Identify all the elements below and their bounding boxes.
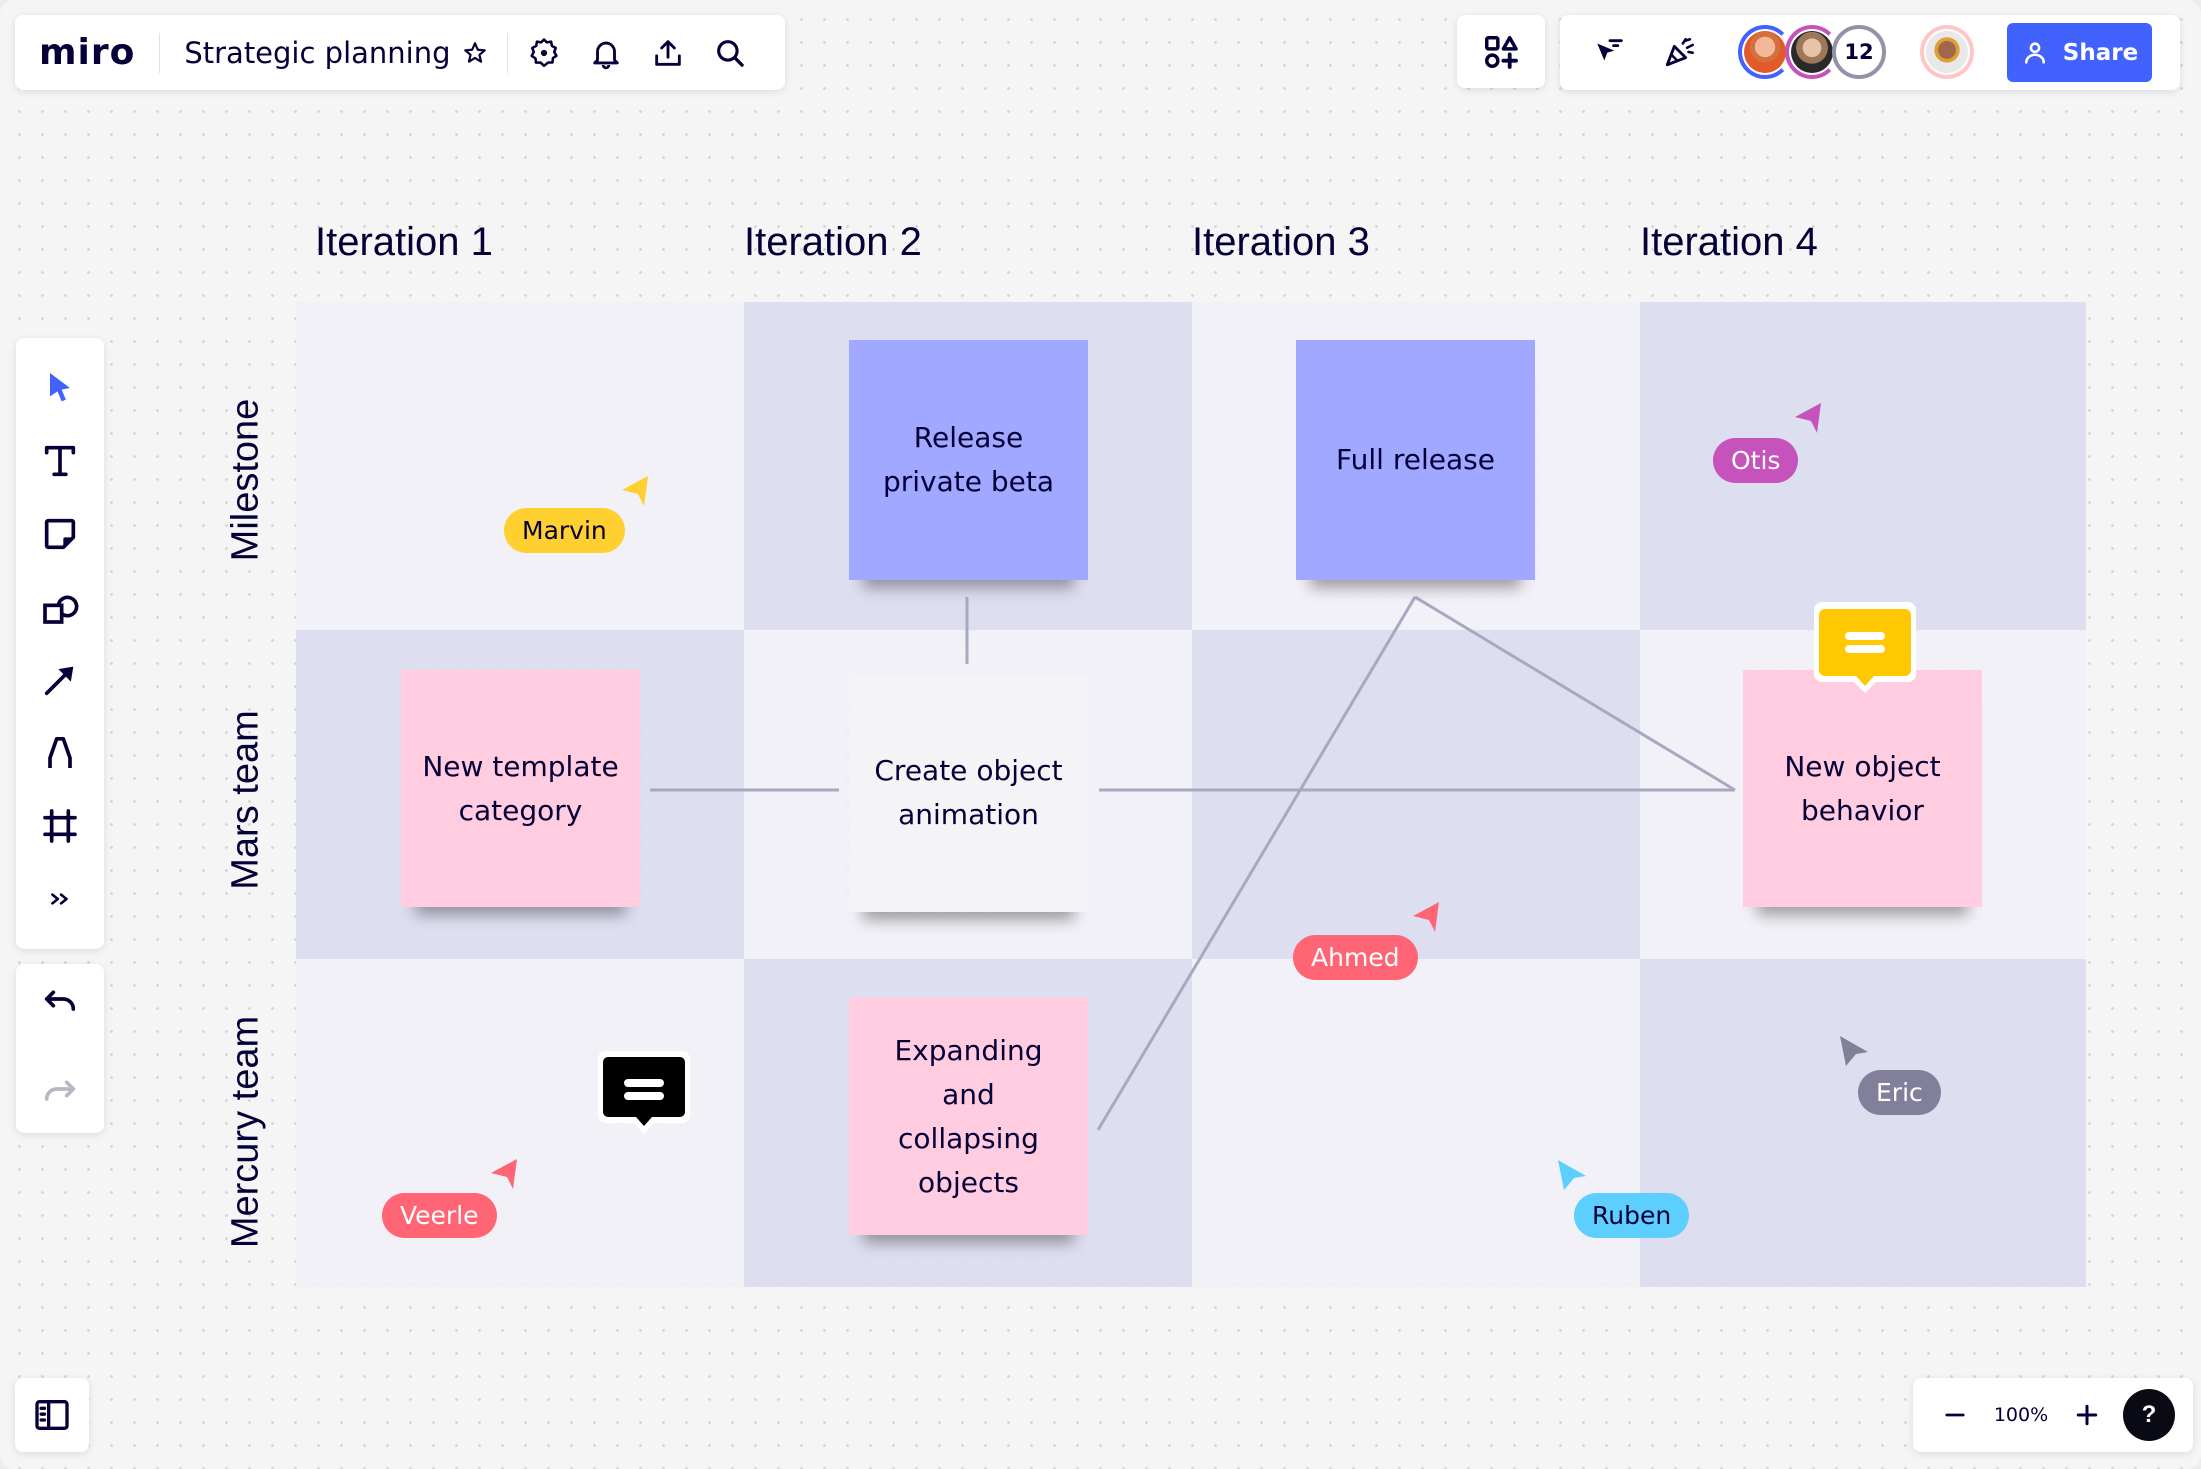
sticky-text: Release private beta: [882, 421, 1055, 498]
comment-yellow-icon[interactable]: [1812, 600, 1918, 694]
zoom-level[interactable]: 100%: [1977, 1404, 2065, 1426]
sticky-note[interactable]: New template category: [401, 670, 640, 907]
cell-mercury-iteration-4: [1640, 959, 2086, 1287]
shapes-tool[interactable]: [30, 577, 90, 637]
zoom-controls: 100% ?: [1913, 1378, 2193, 1452]
cursor-label-ahmed: Ahmed: [1293, 935, 1418, 980]
sticky-text: Create object animation: [874, 754, 1063, 831]
frame-icon: [43, 809, 77, 843]
upload-icon[interactable]: [646, 31, 690, 75]
sticky-note[interactable]: Expanding and collapsing objects: [849, 998, 1088, 1235]
undo-icon: [44, 990, 76, 1011]
cursor-pointer-icon: [622, 476, 648, 506]
pointer-icon: [50, 373, 70, 402]
cursor-pointer-icon: [1795, 403, 1821, 433]
more-collaborators-badge[interactable]: 12: [1832, 25, 1886, 79]
settings-icon[interactable]: [522, 31, 566, 75]
sticky-note-tool[interactable]: [30, 504, 90, 564]
column-header-iteration-4: Iteration 4: [1640, 220, 1818, 264]
collaboration-toolbar: 12 Share: [1560, 15, 2180, 90]
row-header-milestone: Milestone: [224, 398, 267, 562]
cursor-pointer-icon: [1558, 1160, 1586, 1190]
cell-milestone-iteration-1: [296, 302, 744, 630]
divider: [506, 32, 508, 73]
sticky-note-icon: [44, 518, 76, 550]
sticky-text: New template category: [422, 749, 619, 827]
star-icon[interactable]: [457, 31, 493, 75]
shapes-icon: [43, 595, 79, 624]
cursor-pointer-icon: [491, 1159, 517, 1189]
redo-button[interactable]: [30, 1064, 90, 1124]
text-tool[interactable]: [30, 431, 90, 491]
comment-black-icon[interactable]: [596, 1049, 692, 1135]
avatar-photo: [1744, 31, 1786, 73]
sticky-note[interactable]: New object behavior: [1743, 670, 1982, 907]
text-icon: [44, 445, 76, 477]
column-header-iteration-1: Iteration 1: [315, 220, 493, 264]
current-user-avatar[interactable]: [1920, 25, 1974, 79]
plus-icon: [2076, 1404, 2098, 1426]
cursor-label-otis: Otis: [1713, 438, 1799, 483]
share-label: Share: [2062, 39, 2139, 66]
cell-milestone-iteration-4: [1640, 302, 2086, 630]
bell-icon[interactable]: [584, 31, 628, 75]
sticky-text: New object behavior: [1784, 749, 1941, 827]
search-icon[interactable]: [708, 31, 752, 75]
minus-icon: [1945, 1413, 1965, 1417]
arrow-icon: [44, 666, 74, 696]
undo-button[interactable]: [30, 974, 90, 1034]
avatar-photo: [1791, 31, 1833, 73]
share-button[interactable]: Share: [2007, 23, 2152, 82]
shapes-apps-icon: [1485, 35, 1518, 69]
pen-tool[interactable]: [30, 723, 90, 783]
user-icon: [2024, 41, 2045, 64]
divider: [159, 32, 161, 73]
sticky-note[interactable]: Create object animation: [849, 674, 1088, 912]
zoom-in-button[interactable]: [2065, 1393, 2109, 1437]
history-toolbar: [16, 964, 104, 1133]
sticky-text: Expanding and collapsing objects: [894, 1033, 1043, 1199]
avatar[interactable]: [1738, 25, 1792, 79]
column-header-iteration-2: Iteration 2: [744, 220, 922, 264]
cursor-label-eric: Eric: [1858, 1070, 1941, 1115]
creation-toolbar: [16, 338, 104, 949]
column-header-iteration-3: Iteration 3: [1192, 220, 1370, 264]
sticky-note[interactable]: Release private beta: [849, 340, 1088, 580]
chevrons-right-icon: [51, 893, 68, 905]
more-tools[interactable]: [30, 869, 90, 929]
zoom-out-button[interactable]: [1933, 1393, 1977, 1437]
sticky-note[interactable]: Full release: [1296, 340, 1535, 580]
cursor-label-marvin: Marvin: [504, 508, 625, 553]
board-header: miro Strategic planning: [15, 15, 785, 90]
collaborator-count: 12: [1844, 40, 1874, 64]
cursor-label-veerle: Veerle: [382, 1193, 497, 1238]
avatar-photo: [1926, 31, 1968, 73]
sticky-text: Full release: [1336, 443, 1495, 476]
row-header-mars-team: Mars team: [224, 710, 267, 890]
row-header-mercury-team: Mercury team: [224, 1015, 267, 1249]
panel-toggle-button[interactable]: [15, 1378, 89, 1452]
pen-icon: [48, 737, 72, 768]
connector-tool[interactable]: [30, 650, 90, 710]
redo-icon: [44, 1080, 76, 1101]
avatar[interactable]: [1785, 25, 1839, 79]
celebration-icon[interactable]: [1658, 30, 1702, 74]
sidebar-icon: [35, 1400, 69, 1430]
help-button[interactable]: ?: [2123, 1389, 2175, 1441]
cursor-pointer-icon: [1413, 902, 1439, 932]
cursor-label-ruben: Ruben: [1574, 1193, 1690, 1238]
cursor-pointer-icon: [1840, 1036, 1868, 1066]
cursor-filter-icon[interactable]: [1588, 30, 1632, 74]
frame-tool[interactable]: [30, 796, 90, 856]
apps-button[interactable]: [1457, 15, 1545, 88]
cell-mercury-iteration-3: [1192, 959, 1640, 1287]
board-title[interactable]: Strategic planning: [184, 36, 450, 70]
miro-logo[interactable]: miro: [39, 32, 135, 73]
select-tool[interactable]: [30, 358, 90, 418]
